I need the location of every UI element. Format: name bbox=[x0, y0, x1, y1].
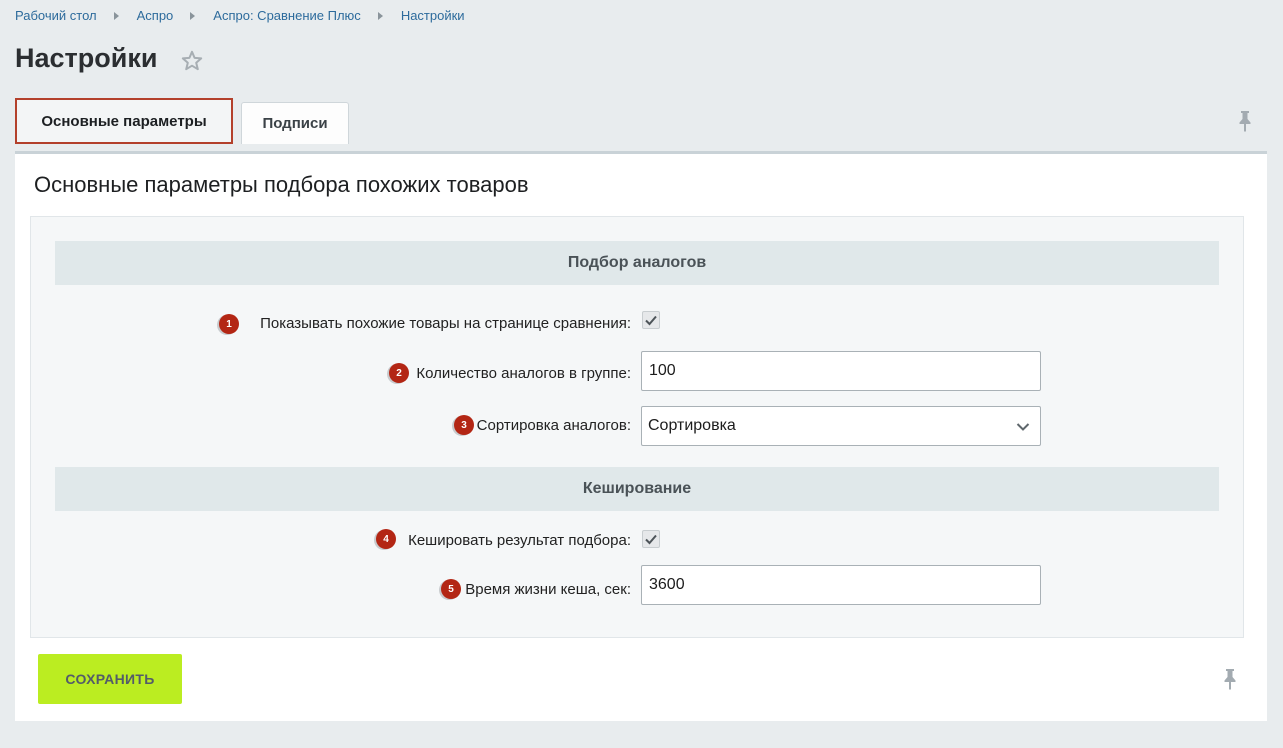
breadcrumb-separator-icon bbox=[113, 11, 119, 20]
step-badge: 5 bbox=[441, 579, 461, 599]
check-icon bbox=[645, 534, 657, 545]
breadcrumb-item-settings[interactable]: Настройки bbox=[401, 8, 465, 23]
tab-label: Подписи bbox=[262, 115, 328, 132]
field-label: Сортировка аналогов: bbox=[476, 417, 631, 434]
breadcrumb-separator-icon bbox=[190, 11, 196, 20]
tab-main-parameters[interactable]: Основные параметры bbox=[15, 98, 233, 144]
section-title: Кеширование bbox=[582, 480, 692, 497]
analog-sort-select[interactable]: Сортировка bbox=[641, 406, 1041, 446]
field-row-cache-result: 4 Кешировать результат подбора: bbox=[31, 520, 1243, 560]
field-row-cache-ttl: 5 Время жизни кеша, сек: bbox=[31, 565, 1243, 605]
breadcrumb: Рабочий стол Аспро Аспро: Сравнение Плюс… bbox=[15, 8, 465, 23]
field-label: Показывать похожие товары на странице ср… bbox=[260, 315, 631, 332]
settings-panel: Основные параметры подбора похожих товар… bbox=[15, 151, 1267, 721]
field-label: Кешировать результат подбора: bbox=[408, 532, 631, 549]
chevron-down-icon bbox=[1016, 423, 1030, 431]
tab-signatures[interactable]: Подписи bbox=[241, 102, 349, 144]
section-header-caching: Кеширование bbox=[55, 467, 1219, 511]
section-title: Подбор аналогов bbox=[567, 254, 707, 271]
step-badge: 2 bbox=[389, 363, 409, 383]
breadcrumb-separator-icon bbox=[377, 11, 383, 20]
breadcrumb-item-aspro[interactable]: Аспро bbox=[137, 8, 174, 23]
select-value: Сортировка bbox=[648, 417, 736, 434]
field-label: Количество аналогов в группе: bbox=[416, 365, 631, 382]
section-header-analog-selection: Подбор аналогов bbox=[55, 241, 1219, 285]
star-icon[interactable] bbox=[180, 49, 204, 73]
settings-form: Подбор аналогов 1 Показывать похожие тов… bbox=[30, 216, 1244, 638]
field-row-analog-sort: 3 Сортировка аналогов: Сортировка bbox=[31, 406, 1243, 446]
field-row-show-similar: 1 Показывать похожие товары на странице … bbox=[31, 301, 1243, 341]
breadcrumb-item-compare-plus[interactable]: Аспро: Сравнение Плюс bbox=[213, 8, 361, 23]
cache-result-checkbox[interactable] bbox=[642, 530, 660, 548]
save-button[interactable]: СОХРАНИТЬ bbox=[38, 654, 182, 704]
field-row-analog-count: 2 Количество аналогов в группе: bbox=[31, 351, 1243, 391]
step-badge: 3 bbox=[454, 415, 474, 435]
pin-icon[interactable] bbox=[1236, 110, 1254, 132]
cache-ttl-input[interactable] bbox=[641, 565, 1041, 605]
analog-count-input[interactable] bbox=[641, 351, 1041, 391]
check-icon bbox=[645, 315, 657, 326]
page-title: Настройки bbox=[15, 43, 158, 73]
pin-icon[interactable] bbox=[1221, 668, 1239, 690]
tab-label: Основные параметры bbox=[41, 112, 207, 130]
step-badge: 4 bbox=[376, 529, 396, 549]
step-badge: 1 bbox=[219, 314, 239, 334]
show-similar-checkbox[interactable] bbox=[642, 311, 660, 329]
panel-heading: Основные параметры подбора похожих товар… bbox=[34, 172, 529, 197]
field-label: Время жизни кеша, сек: bbox=[465, 581, 631, 598]
breadcrumb-item-desktop[interactable]: Рабочий стол bbox=[15, 8, 97, 23]
